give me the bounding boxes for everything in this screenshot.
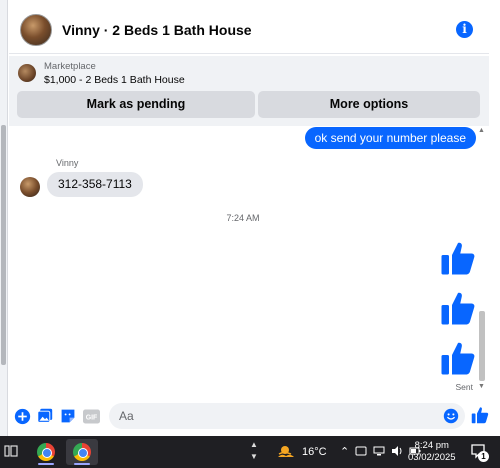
chat-scrollbar[interactable]: ▲ ▼	[477, 127, 487, 395]
message-list: ok send your number please Vinny 312-358…	[9, 127, 485, 398]
clock-date: 03/02/2025	[408, 452, 456, 463]
listing-thumbnail[interactable]	[18, 64, 36, 82]
messenger-window: Vinny · 2 Beds 1 Bath House i Marketplac…	[0, 0, 500, 468]
scrollbar-thumb[interactable]	[479, 311, 485, 381]
message-timestamp: 7:24 AM	[226, 213, 260, 223]
message-input-wrapper	[109, 403, 465, 429]
message-input[interactable]	[109, 403, 409, 429]
taskbar-clock[interactable]: 8:24 pm 03/02/2025	[408, 440, 456, 464]
scroll-down-icon[interactable]: ▼	[478, 383, 485, 390]
task-view-icon[interactable]	[4, 444, 18, 458]
sender-avatar[interactable]	[20, 177, 40, 197]
conversation-header: Vinny · 2 Beds 1 Bath House i	[9, 6, 489, 54]
photo-icon[interactable]	[36, 407, 54, 425]
notification-badge: 1	[478, 451, 489, 462]
meet-now-icon[interactable]	[355, 445, 367, 457]
mark-as-pending-button[interactable]: Mark as pending	[17, 91, 255, 118]
tray-overflow-icon[interactable]: ⌃	[340, 445, 349, 458]
network-icon[interactable]	[373, 445, 385, 457]
chrome-icon	[37, 443, 55, 461]
page-title[interactable]: Vinny · 2 Beds 1 Bath House	[62, 22, 252, 38]
chrome-icon	[73, 443, 91, 461]
incoming-message[interactable]: 312-358-7113	[47, 172, 143, 197]
clock-time: 8:24 pm	[414, 440, 449, 451]
thumbs-up-icon[interactable]	[440, 290, 476, 326]
emoji-icon[interactable]	[443, 408, 459, 424]
taskbar-scroll-arrows[interactable]: ▲ ▼	[250, 439, 258, 463]
outgoing-message[interactable]: ok send your number please	[304, 127, 476, 149]
listing-title[interactable]: $1,000 - 2 Beds 1 Bath House	[44, 74, 185, 86]
app-active-indicator	[38, 463, 54, 465]
sender-name: Vinny	[56, 158, 79, 168]
marketplace-label: Marketplace	[44, 61, 96, 72]
info-icon[interactable]: i	[456, 21, 473, 38]
message-composer: GIF	[9, 398, 489, 434]
weather-icon[interactable]	[276, 444, 296, 460]
volume-icon[interactable]	[391, 445, 403, 457]
chrome-app-button-active[interactable]	[66, 439, 98, 465]
thumbs-up-icon[interactable]	[440, 340, 476, 376]
gif-label: GIF	[85, 414, 97, 421]
more-options-button[interactable]: More options	[258, 91, 480, 118]
thumbs-up-icon[interactable]	[440, 240, 476, 276]
like-icon[interactable]	[471, 406, 489, 424]
app-active-indicator	[74, 463, 90, 465]
windows-taskbar: ▲ ▼ 16°C ⌃ 8:24 pm 03/02/2025 1	[0, 436, 500, 468]
temperature-readout[interactable]: 16°C	[302, 446, 327, 458]
marketplace-banner: Marketplace $1,000 - 2 Beds 1 Bath House…	[9, 56, 489, 126]
add-icon[interactable]	[13, 407, 31, 425]
sticker-icon[interactable]	[59, 407, 77, 425]
left-scrollbar[interactable]	[1, 125, 6, 365]
gif-icon[interactable]: GIF	[82, 407, 100, 425]
scroll-up-icon[interactable]: ▲	[478, 127, 485, 134]
message-status: Sent	[455, 382, 474, 392]
avatar[interactable]	[20, 13, 52, 46]
chrome-app-button[interactable]	[30, 439, 62, 465]
window-left-edge	[0, 0, 8, 436]
